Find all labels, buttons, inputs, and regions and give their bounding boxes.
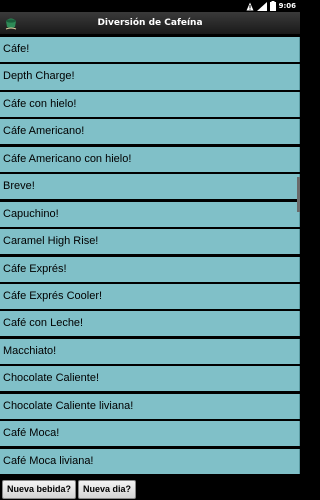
list-item-label: Caramel High Rise! — [3, 235, 99, 248]
list-item-label: Chocolate Caliente liviana! — [3, 399, 134, 412]
new-drink-button[interactable]: Nueva bebida? — [2, 479, 77, 499]
list-item-label: Cáfe Exprés! — [3, 262, 67, 275]
list-item[interactable]: Macchiato! — [0, 338, 300, 364]
list-item[interactable]: Cáfe con hielo! — [0, 91, 300, 117]
list-item-label: Chocolate Caliente! — [3, 372, 100, 385]
status-icons: 9:06 — [246, 1, 296, 11]
list-scrollbar[interactable] — [297, 177, 300, 212]
list-item-label: Cáfe! — [3, 43, 30, 55]
list-item[interactable]: Caramel High Rise! — [0, 229, 300, 255]
list-item-label: Macchiato! — [3, 344, 57, 357]
list-item-label: Cáfe con hielo! — [3, 97, 77, 110]
list-item-label: Breve! — [3, 180, 35, 193]
list-item[interactable]: Café Moca liviana! — [0, 448, 300, 474]
list-item[interactable]: Café Moca! — [0, 421, 300, 447]
battery-icon — [269, 1, 276, 11]
new-day-button[interactable]: Nueva dia? — [78, 479, 137, 499]
list-item-label: Cáfe Exprés Cooler! — [3, 289, 103, 302]
list-item[interactable]: Chocolate Caliente liviana! — [0, 393, 300, 419]
signal-icon — [256, 1, 267, 11]
list-item[interactable]: Capuchino! — [0, 201, 300, 227]
drink-list[interactable]: Cáfe! Depth Charge! Cáfe con hielo! Cáfe… — [0, 37, 300, 474]
list-item[interactable]: Depth Charge! — [0, 64, 300, 90]
list-item-label: Capuchino! — [3, 207, 59, 220]
bottom-button-bar: Nueva bebida? Nueva dia? — [0, 478, 300, 500]
status-bar: 9:06 — [0, 0, 300, 12]
app-title: Diversión de Cafeína — [97, 18, 203, 28]
list-item[interactable]: Cáfe Exprés Cooler! — [0, 283, 300, 310]
list-item-label: Cáfe Americano! — [3, 125, 85, 138]
list-item-label: Café Moca! — [3, 427, 60, 440]
list-item[interactable]: Café con Leche! — [0, 311, 300, 337]
list-item-label: Café con Leche! — [3, 317, 84, 330]
title-bar: Diversión de Cafeína — [0, 12, 300, 34]
list-item-label: Café Moca liviana! — [3, 454, 94, 467]
status-time: 9:06 — [278, 2, 296, 10]
list-item[interactable]: Cáfe Exprés! — [0, 256, 300, 282]
alert-icon — [246, 2, 254, 11]
list-item[interactable]: Chocolate Caliente! — [0, 366, 300, 392]
list-item[interactable]: Cáfe Americano! — [0, 119, 300, 145]
list-item-label: Depth Charge! — [3, 70, 75, 83]
list-item-label: Cáfe Americano con hielo! — [3, 152, 132, 165]
list-item[interactable]: Breve! — [0, 174, 300, 200]
list-item[interactable]: Cáfe Americano con hielo! — [0, 146, 300, 172]
list-item[interactable]: Cáfe! — [0, 37, 300, 63]
